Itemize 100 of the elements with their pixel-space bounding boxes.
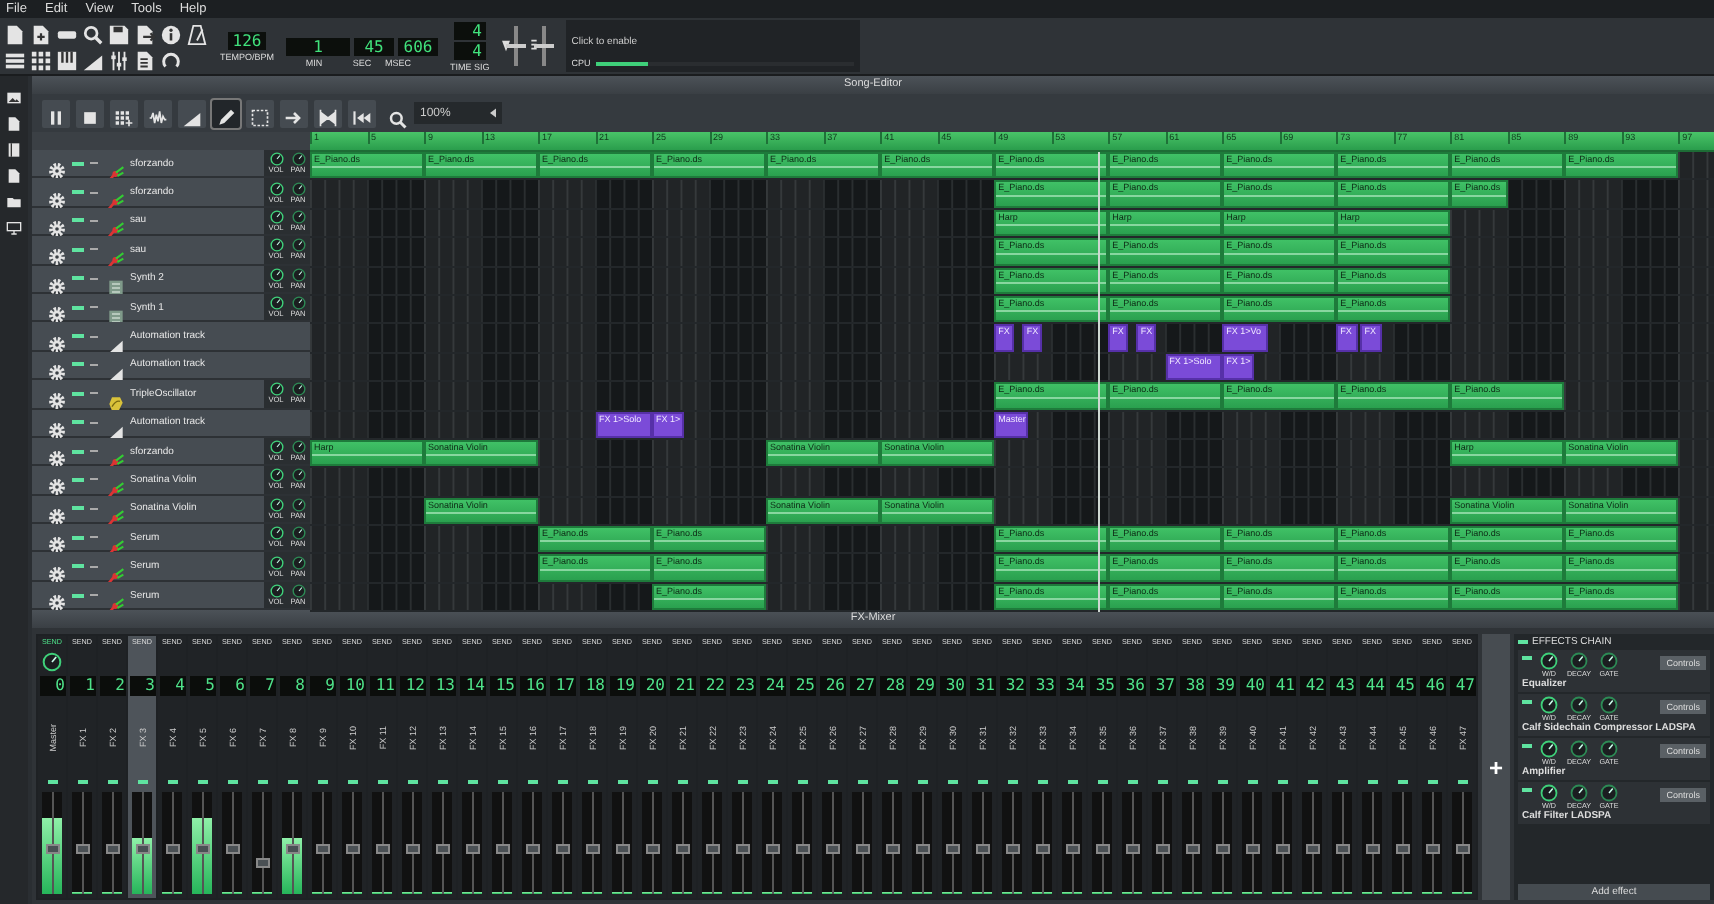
mute-led[interactable] (72, 564, 84, 569)
channel-number: 19 (609, 676, 635, 696)
toolbar-button[interactable] (82, 22, 104, 44)
volume-knob[interactable] (269, 382, 283, 397)
toolbar-button[interactable] (108, 22, 130, 44)
channel-number: 10 (339, 676, 365, 696)
volume-knob[interactable] (269, 267, 283, 282)
volume-knob[interactable] (269, 555, 283, 570)
channel-number: 9 (309, 676, 335, 696)
channel-number: 20 (639, 676, 665, 696)
mute-led[interactable] (72, 506, 84, 511)
pan-knob[interactable] (291, 296, 305, 311)
effect-knob[interactable] (1540, 696, 1558, 714)
pan-knob[interactable] (291, 382, 305, 397)
toolbar-button[interactable] (42, 99, 70, 127)
arc-icon (160, 48, 182, 70)
channel-number: 23 (729, 676, 755, 696)
toolbar-button[interactable] (108, 48, 130, 70)
pan-knob[interactable] (291, 181, 305, 196)
toolbar-button[interactable] (4, 22, 26, 44)
volume-knob[interactable] (269, 152, 283, 167)
volume-knob[interactable] (269, 296, 283, 311)
send-knob[interactable] (42, 652, 62, 672)
volume-knob[interactable] (269, 440, 283, 455)
volume-knob[interactable] (269, 181, 283, 196)
toolbar-button[interactable] (110, 99, 138, 127)
search-icon (82, 22, 104, 44)
pan-knob[interactable] (291, 238, 305, 253)
volume-knob[interactable] (269, 468, 283, 483)
toolbar-button[interactable] (186, 22, 208, 44)
playhead-line[interactable] (1098, 152, 1101, 613)
effect-knob[interactable] (1570, 652, 1588, 670)
tempo-display[interactable]: 126 (228, 31, 266, 49)
effect-knob[interactable] (1570, 784, 1588, 802)
pan-knob[interactable] (291, 526, 305, 541)
time-signature-denominator[interactable]: 4 (453, 41, 486, 59)
effect-knob[interactable] (1600, 696, 1618, 714)
pan-knob[interactable] (291, 468, 305, 483)
pan-knob[interactable] (291, 440, 305, 455)
draw-tool-button[interactable] (212, 99, 240, 127)
pan-knob[interactable] (291, 555, 305, 570)
volume-knob[interactable] (269, 238, 283, 253)
effect-knob[interactable] (1540, 652, 1558, 670)
select-tool-button[interactable] (246, 99, 274, 127)
effect-knob[interactable] (1540, 740, 1558, 758)
effect-knob[interactable] (1570, 740, 1588, 758)
pan-knob[interactable] (291, 152, 305, 167)
channel-number: 41 (1269, 676, 1295, 696)
mute-led[interactable] (72, 449, 84, 454)
notes-icon (134, 48, 156, 70)
mute-led[interactable] (72, 247, 84, 252)
channel-number: 40 (1239, 676, 1265, 696)
mute-led[interactable] (72, 218, 84, 223)
toolbar-button[interactable] (160, 48, 182, 70)
toolbar-button[interactable] (144, 99, 172, 127)
toolbar-button[interactable] (4, 48, 26, 70)
toolbar-button[interactable] (76, 99, 104, 127)
pan-knob[interactable] (291, 584, 305, 599)
mute-led[interactable] (72, 305, 84, 310)
mute-led[interactable] (72, 535, 84, 540)
piano-icon (56, 48, 78, 70)
toolbar-button[interactable] (134, 22, 156, 44)
channel-number: 37 (1149, 676, 1175, 696)
toolbar-button[interactable] (314, 99, 342, 127)
mute-led[interactable] (72, 334, 84, 339)
toolbar-button[interactable] (280, 99, 308, 127)
mute-led[interactable] (72, 391, 84, 396)
pan-knob[interactable] (291, 209, 305, 224)
mute-led[interactable] (72, 276, 84, 281)
time-signature-numerator[interactable]: 4 (453, 21, 486, 39)
effect-knob[interactable] (1600, 784, 1618, 802)
toolbar-button[interactable] (30, 48, 52, 70)
mute-led[interactable] (72, 362, 84, 367)
channel-number: 13 (429, 676, 455, 696)
toolbar-button[interactable] (160, 22, 182, 44)
toolbar-button[interactable] (134, 48, 156, 70)
mute-led[interactable] (72, 593, 84, 598)
add-channel-button[interactable]: + (1482, 634, 1510, 900)
pan-knob[interactable] (291, 497, 305, 512)
channel-number: 36 (1119, 676, 1145, 696)
mute-led[interactable] (72, 190, 84, 195)
toolbar-button[interactable] (178, 99, 206, 127)
volume-knob[interactable] (269, 526, 283, 541)
channel-number: 29 (909, 676, 935, 696)
toolbar-button[interactable] (30, 22, 52, 44)
effect-knob[interactable] (1600, 740, 1618, 758)
effect-knob[interactable] (1570, 696, 1588, 714)
mute-led[interactable] (72, 161, 84, 166)
channel-number: 11 (369, 676, 395, 696)
pan-knob[interactable] (291, 267, 305, 282)
volume-knob[interactable] (269, 584, 283, 599)
mute-led[interactable] (72, 477, 84, 482)
volume-knob[interactable] (269, 497, 283, 512)
effect-knob[interactable] (1600, 652, 1618, 670)
effect-knob[interactable] (1540, 784, 1558, 802)
toolbar-button[interactable] (348, 99, 376, 127)
mute-led[interactable] (72, 420, 84, 425)
toolbar-button[interactable] (56, 48, 78, 70)
volume-knob[interactable] (269, 209, 283, 224)
channel-number: 42 (1299, 676, 1325, 696)
